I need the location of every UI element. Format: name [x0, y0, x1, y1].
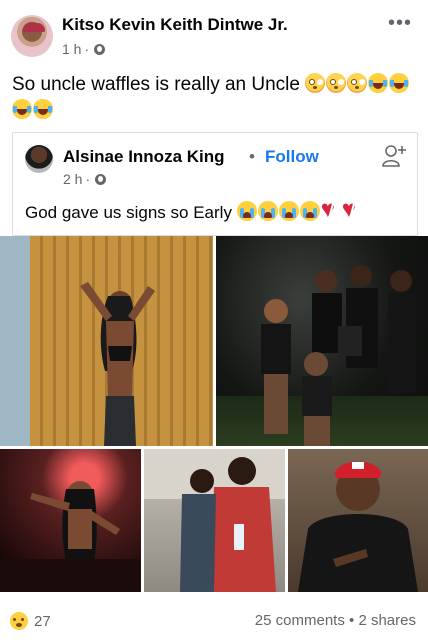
add-friend-icon[interactable]	[381, 143, 407, 169]
broken-heart-emoji-icon	[321, 197, 341, 223]
loudly-crying-emoji-icon	[236, 201, 257, 221]
tears-of-joy-emoji-icon	[33, 99, 53, 119]
post-text: So uncle waffles is really an Uncle	[12, 72, 422, 124]
flushed-face-emoji-icon	[347, 73, 368, 93]
loudly-crying-emoji-icon	[278, 201, 299, 221]
shared-author-name[interactable]: Alsinae Innoza King	[63, 147, 225, 167]
post-text-body: So uncle waffles is really an Uncle	[12, 74, 300, 95]
meta-separator: ·	[84, 41, 90, 57]
shared-text-body: God gave us signs so Early	[25, 203, 232, 222]
more-options-icon[interactable]: •••	[388, 12, 412, 35]
shared-author-avatar[interactable]	[25, 145, 53, 173]
post-meta: 1 h ·	[62, 41, 106, 57]
photo-5[interactable]	[288, 449, 428, 592]
follow-separator: •	[249, 147, 255, 166]
follow-button[interactable]: Follow	[265, 147, 319, 167]
photo-1[interactable]	[0, 236, 213, 446]
loudly-crying-emoji-icon	[257, 201, 278, 221]
reaction-summary[interactable]: 27	[10, 612, 51, 630]
tears-of-joy-emoji-icon	[389, 73, 410, 93]
haha-reaction-icon	[10, 612, 28, 630]
flushed-face-emoji-icon	[326, 73, 347, 93]
shared-text: God gave us signs so Early	[25, 197, 363, 224]
flushed-face-emoji-icon	[305, 73, 326, 93]
engagement-counts: 25 comments • 2 shares	[255, 612, 416, 629]
comments-count[interactable]: 25 comments	[255, 612, 345, 629]
meta-separator: ·	[85, 171, 91, 187]
person-figure	[80, 282, 155, 446]
post-header: Kitso Kevin Keith Dintwe Jr. 1 h · •••	[0, 0, 428, 64]
shares-count[interactable]: 2 shares	[358, 612, 416, 629]
globe-icon	[95, 173, 107, 185]
performer-figure	[0, 481, 141, 592]
author-avatar[interactable]	[11, 15, 53, 57]
man-figure	[298, 461, 418, 592]
post-time[interactable]: 1 h	[62, 41, 81, 57]
counts-separator: •	[349, 612, 355, 629]
shared-post-card[interactable]: Alsinae Innoza King • Follow 2 h · God g…	[12, 132, 418, 236]
avatar-cap	[23, 23, 45, 32]
boy-figure	[144, 449, 285, 592]
shared-meta: 2 h ·	[63, 171, 107, 187]
post-author-name[interactable]: Kitso Kevin Keith Dintwe Jr.	[62, 15, 288, 35]
loudly-crying-emoji-icon	[299, 201, 320, 221]
photo-3[interactable]	[0, 449, 141, 592]
photo-4[interactable]	[144, 449, 285, 592]
photo-2[interactable]	[216, 236, 428, 446]
group-figures	[261, 265, 416, 446]
shared-time[interactable]: 2 h	[63, 171, 82, 187]
globe-icon	[94, 43, 106, 55]
tears-of-joy-emoji-icon	[12, 99, 32, 119]
tears-of-joy-emoji-icon	[368, 73, 389, 93]
reaction-count: 27	[34, 612, 51, 630]
broken-heart-emoji-icon	[342, 197, 362, 223]
